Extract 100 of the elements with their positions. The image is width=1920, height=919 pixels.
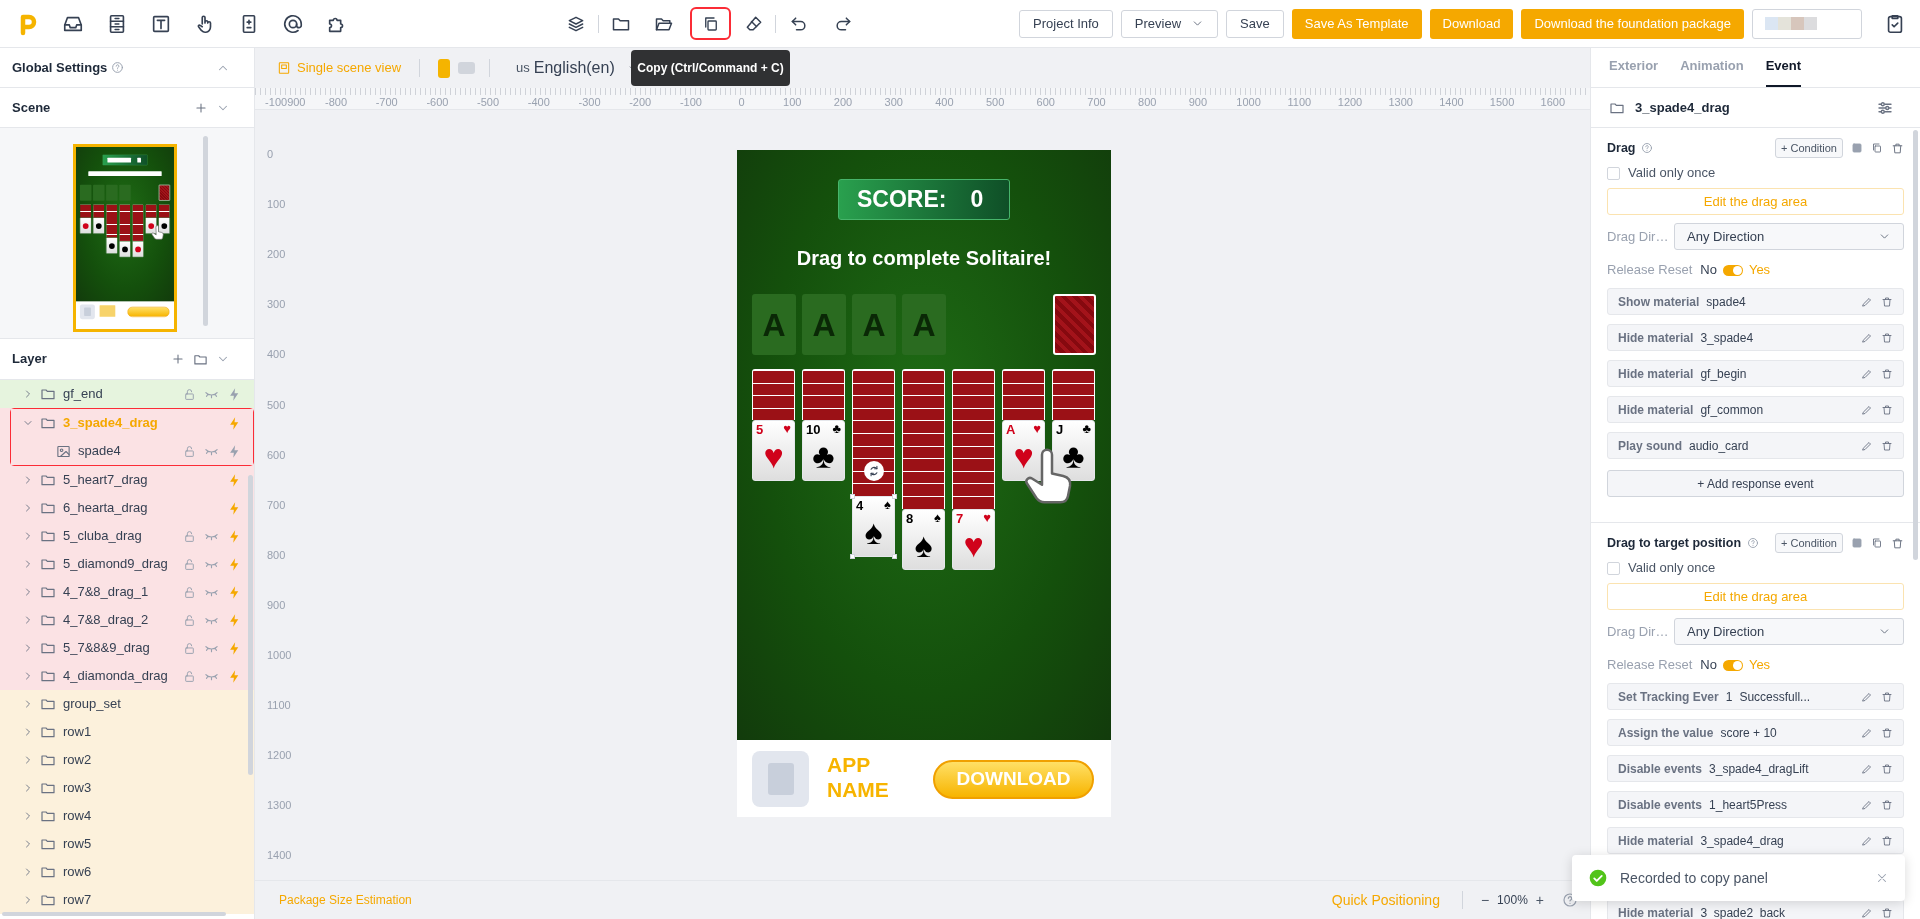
toast-message: Recorded to copy panel bbox=[1620, 868, 1768, 888]
action-type: Hide material bbox=[1618, 365, 1694, 383]
checkbox-label: Valid only once bbox=[1628, 559, 1716, 578]
layer-name: row7 bbox=[63, 891, 92, 910]
suit-symbol: ♥ bbox=[983, 511, 991, 524]
select-value: Any Direction bbox=[1687, 227, 1765, 246]
zoom-level: 100% bbox=[1497, 892, 1528, 909]
action-target: 3_spade4 bbox=[1700, 329, 1754, 347]
ruler-label: 400 bbox=[267, 348, 286, 360]
tooltip: Copy (Ctrl/Command + C) bbox=[631, 50, 790, 86]
ruler-label: -300 bbox=[578, 97, 601, 108]
suit-symbol: ♠ bbox=[863, 515, 884, 549]
option-label: No bbox=[1700, 261, 1717, 280]
layer-name: 4_7&8_drag_2 bbox=[63, 611, 149, 630]
panel-title: Layer bbox=[12, 350, 47, 369]
card-rank: 7 bbox=[956, 512, 964, 525]
layer-name: 5_cluba_drag bbox=[63, 527, 142, 546]
action-type: Assign the value bbox=[1618, 724, 1714, 742]
ruler-label: 400 bbox=[935, 97, 954, 108]
ruler-label: 200 bbox=[833, 97, 853, 108]
layer-name: 5_diamond9_drag bbox=[63, 555, 168, 574]
ruler-label: 700 bbox=[267, 499, 286, 511]
option-label: No bbox=[1700, 656, 1717, 675]
suit-symbol: ♥ bbox=[962, 528, 985, 562]
action-target: gf_begin bbox=[1700, 365, 1747, 383]
score-value: 0 bbox=[970, 185, 984, 215]
foundation-slot: A bbox=[802, 294, 846, 355]
option-label: Yes bbox=[1748, 656, 1771, 675]
ruler-label: 500 bbox=[985, 97, 1005, 108]
layer-name: row4 bbox=[63, 807, 92, 826]
card-rank: 8 bbox=[906, 512, 914, 525]
foundation-slot: A bbox=[902, 294, 946, 355]
action-type: Hide material bbox=[1618, 401, 1694, 419]
field-label: Release Reset bbox=[1607, 261, 1693, 280]
action-target: 3_spade2_back bbox=[1700, 904, 1786, 919]
ruler-label: 1500 bbox=[1489, 97, 1515, 108]
suit-symbol: ♣ bbox=[1061, 439, 1086, 473]
ruler-label: 100 bbox=[267, 198, 286, 210]
event-title: Drag bbox=[1607, 139, 1636, 157]
panel-title: Global Settings bbox=[12, 58, 108, 77]
action-target: spade4 bbox=[1706, 293, 1746, 311]
suit-symbol: ♥ bbox=[783, 422, 791, 435]
action-type: Hide material bbox=[1618, 832, 1694, 850]
ruler-label: -600 bbox=[426, 97, 449, 108]
action-target: 1_heart5Press bbox=[1709, 796, 1788, 814]
option-label: Yes bbox=[1748, 261, 1771, 280]
layer-name: row5 bbox=[63, 835, 92, 854]
suit-symbol: ♠ bbox=[884, 498, 891, 511]
ruler-label: 900 bbox=[267, 599, 286, 611]
layer-name: row3 bbox=[63, 779, 92, 798]
ruler-label: 300 bbox=[884, 97, 903, 108]
ruler-label: 1000 bbox=[267, 649, 292, 661]
suit-symbol: ♠ bbox=[934, 511, 941, 524]
layer-name: spade4 bbox=[78, 442, 121, 461]
ruler-label: 1000 bbox=[1236, 97, 1261, 108]
ruler-label: 0 bbox=[738, 97, 745, 108]
action-target: 3_spade4_dragLift bbox=[1709, 760, 1809, 778]
ruler-label: 800 bbox=[267, 549, 286, 561]
instruction-text: Drag to complete Solitaire! bbox=[796, 246, 1052, 271]
ruler-label: -100900 bbox=[265, 97, 306, 108]
ruler-label: 0 bbox=[267, 148, 274, 160]
field-label: Drag Dir… bbox=[1607, 227, 1670, 246]
action-type: Disable events bbox=[1618, 796, 1703, 814]
action-target: 3_spade4_drag bbox=[1700, 832, 1784, 850]
flag-code: us bbox=[516, 59, 530, 78]
layer-name: 6_hearta_drag bbox=[63, 499, 148, 518]
ruler-label: 1100 bbox=[1287, 97, 1312, 108]
layer-name: group_set bbox=[63, 695, 121, 714]
layer-name: gf_end bbox=[63, 385, 103, 404]
layer-title: 3_spade4_drag bbox=[1635, 98, 1730, 117]
suit-symbol: ♣ bbox=[832, 422, 841, 435]
suit-symbol: ♥ bbox=[762, 439, 785, 473]
ruler-label: 500 bbox=[267, 399, 286, 410]
suit-symbol: ♥ bbox=[1033, 422, 1041, 435]
ruler-label: 1300 bbox=[267, 799, 292, 811]
app-name: APP NAME bbox=[827, 752, 890, 802]
action-type: Disable events bbox=[1618, 760, 1703, 778]
card-rank: 4 bbox=[856, 499, 864, 512]
suit-symbol: ♠ bbox=[913, 528, 934, 562]
suit-symbol: ♥ bbox=[1012, 439, 1035, 473]
action-target: score + 10 bbox=[1720, 724, 1777, 742]
ruler-label: 1200 bbox=[1337, 97, 1363, 108]
layer-name: row1 bbox=[63, 723, 92, 742]
layer-name: 4_7&8_drag_1 bbox=[63, 583, 149, 602]
ruler-label: 100 bbox=[783, 97, 802, 108]
ruler-label: 1600 bbox=[1540, 97, 1566, 108]
layer-name: 5_heart7_drag bbox=[63, 471, 148, 490]
ruler-label: -500 bbox=[477, 97, 500, 108]
action-type: Hide material bbox=[1618, 329, 1694, 347]
action-type: Show material bbox=[1618, 293, 1700, 311]
action-target: gf_common bbox=[1700, 401, 1764, 419]
score-label: SCORE: bbox=[857, 185, 947, 215]
action-detail: Successfull... bbox=[1739, 688, 1811, 706]
ruler-label: 700 bbox=[1087, 97, 1106, 108]
ruler-label: 1400 bbox=[267, 849, 292, 861]
layer-name: 3_spade4_drag bbox=[63, 414, 158, 433]
ruler-label: -400 bbox=[527, 97, 550, 108]
layer-name: row6 bbox=[63, 863, 92, 882]
action-type: Play sound bbox=[1618, 437, 1682, 455]
card-rank: 10 bbox=[806, 423, 821, 436]
